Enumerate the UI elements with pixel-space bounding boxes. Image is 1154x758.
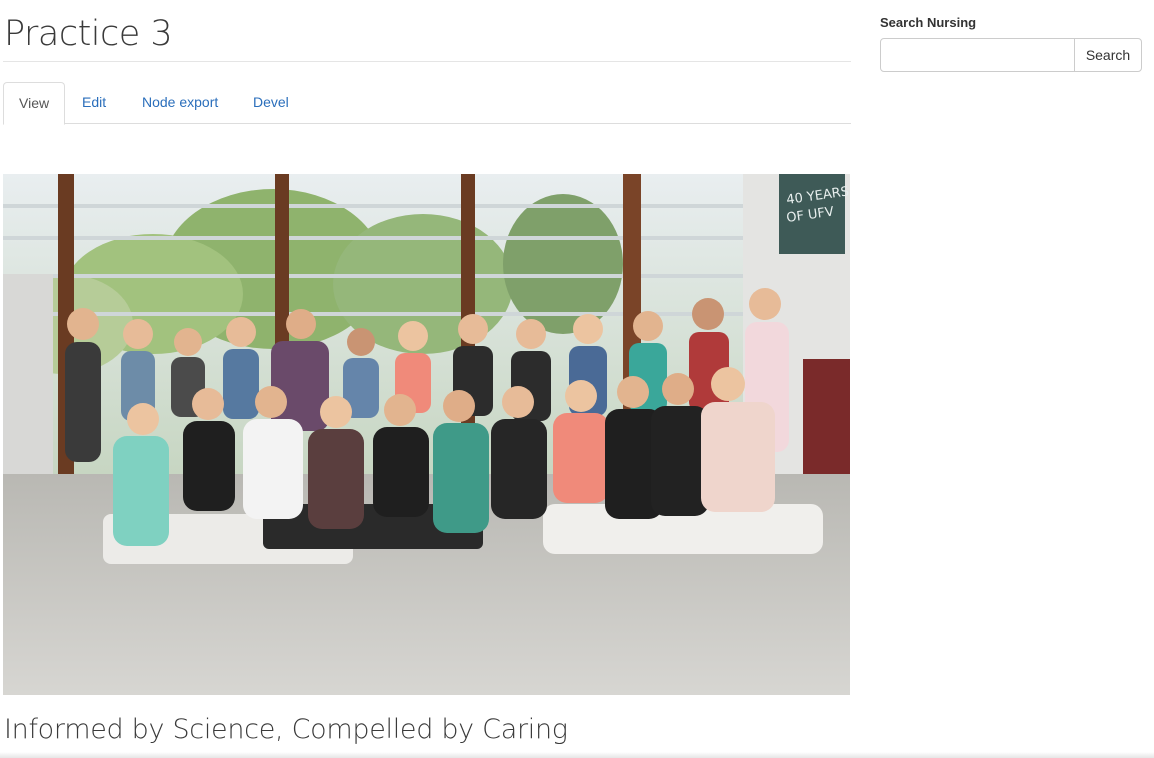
page-bottom-edge: [0, 752, 1154, 758]
tab-bar: View Edit Node export Devel: [3, 82, 851, 125]
tab-edit[interactable]: Edit: [67, 82, 121, 124]
search-block-title: Search Nursing: [880, 15, 977, 30]
page-tagline: Informed by Science, Compelled by Caring: [4, 714, 568, 745]
tab-view[interactable]: View: [3, 82, 66, 125]
search-input[interactable]: [880, 38, 1075, 72]
group-photo: 40 YEARS OF UFV: [3, 174, 850, 695]
title-divider: [3, 61, 851, 62]
page-title: Practice 3: [4, 14, 173, 54]
tab-devel[interactable]: Devel: [238, 82, 304, 124]
group-photo-image: 40 YEARS OF UFV: [3, 174, 850, 695]
search-button[interactable]: Search: [1074, 38, 1142, 72]
tab-node-export[interactable]: Node export: [127, 82, 233, 124]
